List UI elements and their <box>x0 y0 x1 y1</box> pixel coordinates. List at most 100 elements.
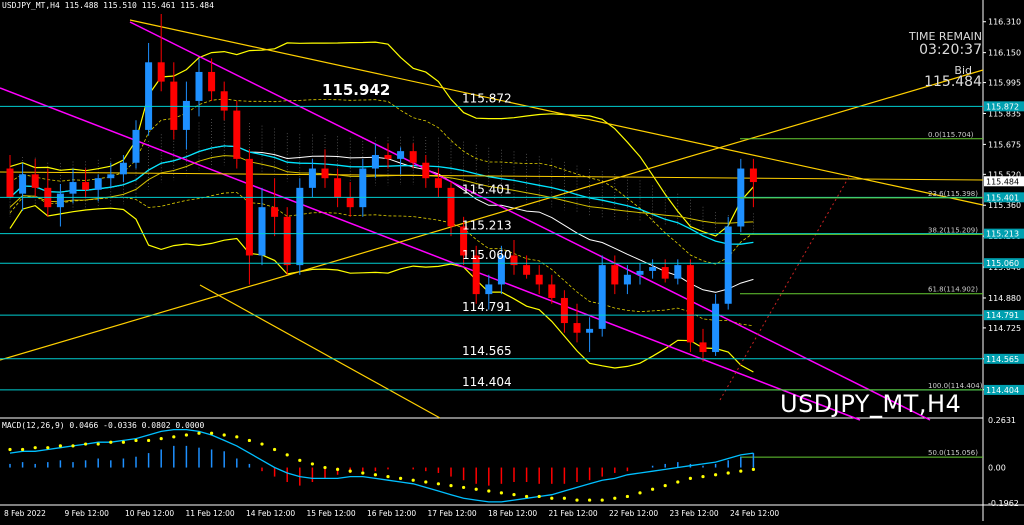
axis-level-tag: 114.791 <box>984 310 1024 321</box>
macd-signal-dot <box>676 480 680 484</box>
candle-body <box>447 187 455 227</box>
macd-signal-dot <box>121 440 125 444</box>
macd-signal-dot <box>474 487 478 491</box>
axis-tag-label: 115.872 <box>986 102 1019 111</box>
macd-signal-dot <box>109 440 113 444</box>
candle <box>422 155 430 188</box>
macd-signal-dot <box>21 447 25 452</box>
candle-body <box>422 162 430 179</box>
candle-body <box>724 226 732 304</box>
level-label: 115.942 <box>322 81 390 99</box>
axis-level-tag: 114.565 <box>984 353 1024 364</box>
trendline-down <box>129 19 984 206</box>
axis-level-tag: 114.404 <box>984 384 1024 395</box>
time-axis-label: 11 Feb 12:00 <box>186 509 235 518</box>
candle-body <box>245 158 253 256</box>
macd-signal-dot <box>436 482 440 486</box>
level-label: 114.404 <box>462 375 512 389</box>
macd-signal-dot <box>411 478 415 482</box>
macd-signal-dot <box>8 447 12 452</box>
candle <box>560 290 568 333</box>
price-axis: 116.310116.150115.995115.835115.675115.5… <box>983 18 1024 395</box>
candle-body <box>699 342 707 353</box>
candle <box>586 317 594 353</box>
candle <box>119 155 127 183</box>
candle-body <box>535 274 543 285</box>
candle <box>686 259 694 353</box>
time-axis-label: 10 Feb 12:00 <box>125 509 174 518</box>
candle-body <box>283 216 291 266</box>
candle-body <box>674 265 682 279</box>
candle-body <box>119 162 127 175</box>
candle-body <box>220 91 228 111</box>
macd-signal-dot <box>96 442 100 446</box>
candle <box>44 168 52 217</box>
macd-axis-label: 0.2631 <box>988 416 1016 425</box>
candle <box>371 143 379 179</box>
fib-label: 61.8(114.902) <box>928 286 978 294</box>
macd-axis-label: 0.00 <box>988 464 1006 473</box>
candle <box>623 265 631 295</box>
candle-body <box>157 62 165 82</box>
candle-body <box>661 267 669 279</box>
macd-signal-dot <box>310 462 314 466</box>
macd-signal-dot <box>184 433 188 437</box>
macd-signal-dot <box>71 444 75 448</box>
macd-signal-dot <box>147 438 151 443</box>
trading-chart[interactable]: 115.942 115.872 115.401 115.213 115.060 114.7… <box>0 0 1024 521</box>
candle-body <box>82 182 90 190</box>
macd-signal-dot <box>424 480 428 484</box>
candle <box>699 328 707 362</box>
macd-signal-dot <box>348 469 352 473</box>
macd-signal-dot <box>84 442 88 446</box>
candle-body <box>31 174 39 188</box>
candle <box>208 58 216 101</box>
candle <box>321 149 329 188</box>
candle-body <box>6 168 14 198</box>
macd-signal-dot <box>701 474 705 479</box>
candle-body <box>233 110 241 159</box>
candle-body <box>636 270 644 275</box>
fib-label: 50.0(115.056) <box>928 449 978 457</box>
candle-body <box>271 207 279 217</box>
candle-body <box>182 100 190 130</box>
candle-body <box>334 178 342 198</box>
candle <box>19 162 27 212</box>
candles <box>6 14 757 362</box>
candle-body <box>19 174 27 194</box>
candle-body <box>195 71 203 101</box>
candle-body <box>548 284 556 298</box>
candle-body <box>208 71 216 92</box>
candle <box>271 178 279 237</box>
time-axis-label: 22 Feb 12:00 <box>609 509 658 518</box>
candle-body <box>649 267 657 271</box>
axis-tag-label: 114.791 <box>986 311 1019 320</box>
candle <box>220 81 228 121</box>
axis-tag-label: 115.484 <box>986 177 1019 186</box>
level-label: 114.791 <box>462 300 512 314</box>
symbol-watermark: USDJPY_MT,H4 <box>780 390 962 418</box>
candle <box>384 143 392 169</box>
macd-signal-dot <box>588 498 592 502</box>
candle <box>170 62 178 140</box>
macd-signal-dot <box>739 469 743 473</box>
chart-canvas[interactable]: 115.942 115.872 115.401 115.213 115.060 114.7… <box>0 0 1024 521</box>
candle <box>233 100 241 169</box>
candle-body <box>296 187 304 266</box>
time-axis: 8 Feb 2022 9 Feb 12:00 10 Feb 12:00 11 Feb … <box>4 509 779 518</box>
candle <box>636 263 644 285</box>
fib-label: 100.0(114.404) <box>928 382 983 390</box>
time-axis-label: 21 Feb 12:00 <box>549 509 598 518</box>
candle <box>283 207 291 275</box>
macd-signal-dot <box>373 473 377 477</box>
price-tick-label: 115.675 <box>988 140 1021 149</box>
macd-signal-dot <box>134 438 138 443</box>
candle-body <box>749 168 757 183</box>
candle-body <box>712 303 720 353</box>
axis-level-tag: 115.060 <box>984 258 1024 269</box>
price-tick-label: 114.880 <box>988 294 1021 303</box>
axis-tag-label: 115.401 <box>986 193 1019 202</box>
candle <box>649 259 657 279</box>
candle <box>749 158 757 208</box>
candle <box>359 158 367 217</box>
